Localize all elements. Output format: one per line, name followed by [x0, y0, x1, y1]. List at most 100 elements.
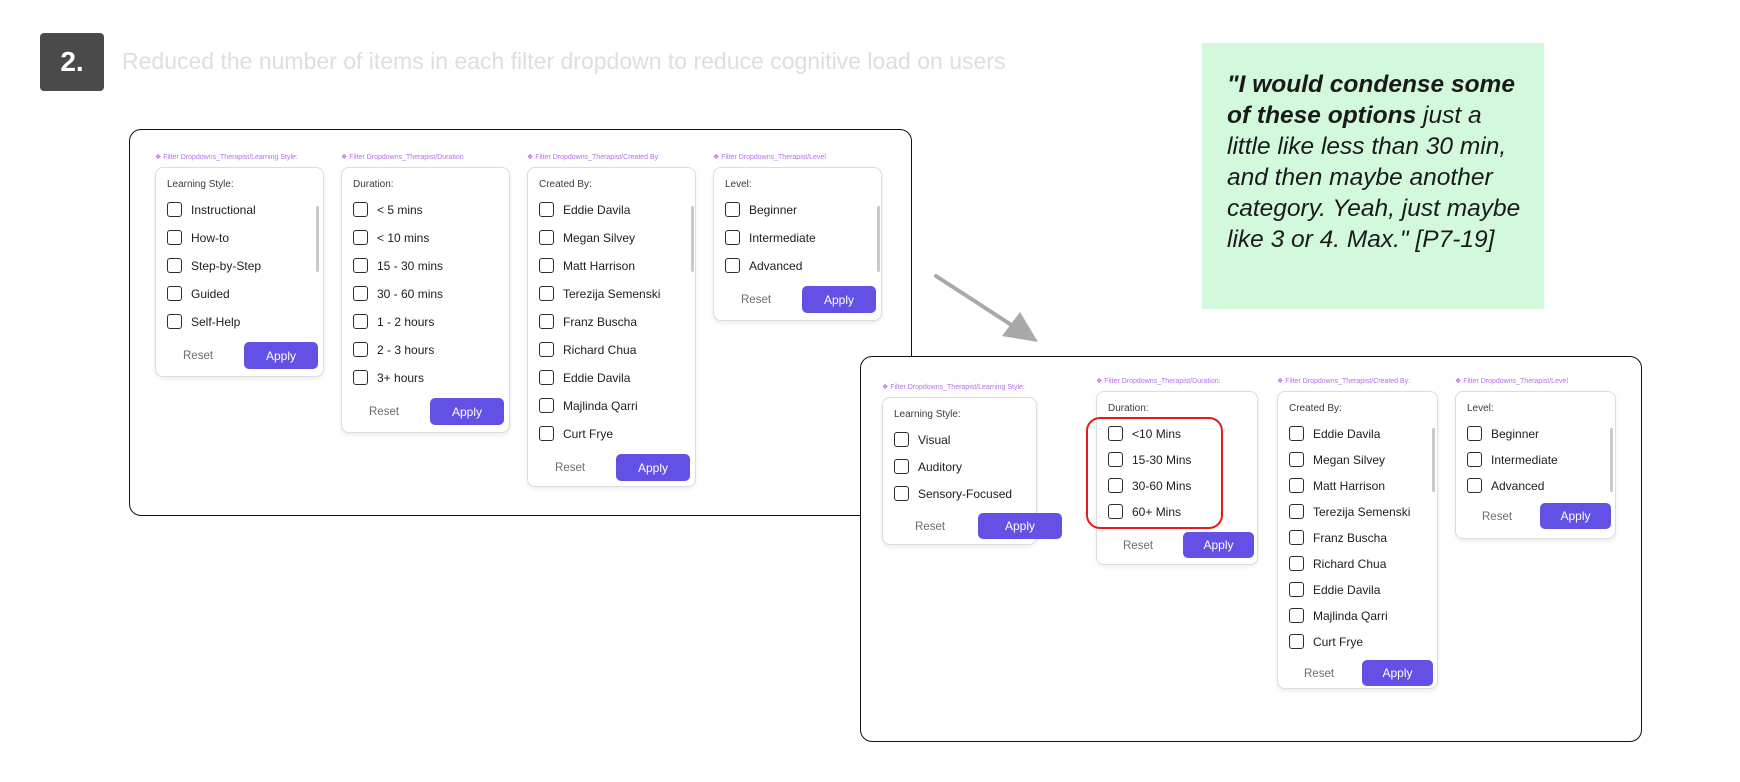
reset-button[interactable]: Reset	[555, 462, 585, 474]
checkbox[interactable]	[353, 286, 368, 301]
checkbox[interactable]	[1289, 426, 1304, 441]
option-row[interactable]: Auditory	[894, 459, 962, 474]
option-row[interactable]: Curt Frye	[539, 426, 613, 441]
apply-button[interactable]: Apply	[616, 454, 690, 481]
option-row[interactable]: Guided	[167, 286, 230, 301]
scrollbar[interactable]	[877, 206, 880, 272]
option-row[interactable]: Advanced	[725, 258, 802, 273]
option-row[interactable]: Richard Chua	[539, 342, 636, 357]
checkbox[interactable]	[1289, 582, 1304, 597]
reset-button[interactable]: Reset	[183, 350, 213, 362]
checkbox[interactable]	[353, 370, 368, 385]
option-row[interactable]: Majlinda Qarri	[1289, 608, 1388, 623]
checkbox[interactable]	[353, 230, 368, 245]
checkbox[interactable]	[1289, 504, 1304, 519]
apply-button[interactable]: Apply	[978, 513, 1062, 539]
checkbox[interactable]	[894, 459, 909, 474]
checkbox[interactable]	[725, 202, 740, 217]
reset-button[interactable]: Reset	[915, 521, 945, 533]
option-row[interactable]: Terezija Semenski	[539, 286, 660, 301]
checkbox[interactable]	[1289, 556, 1304, 571]
reset-button[interactable]: Reset	[369, 406, 399, 418]
checkbox[interactable]	[539, 342, 554, 357]
checkbox[interactable]	[894, 432, 909, 447]
checkbox[interactable]	[1467, 478, 1482, 493]
checkbox[interactable]	[539, 230, 554, 245]
checkbox[interactable]	[167, 258, 182, 273]
checkbox[interactable]	[1289, 634, 1304, 649]
apply-button[interactable]: Apply	[1540, 503, 1611, 529]
option-row[interactable]: 1 - 2 hours	[353, 314, 434, 329]
checkbox[interactable]	[725, 258, 740, 273]
option-row[interactable]: Majlinda Qarri	[539, 398, 638, 413]
option-row[interactable]: How-to	[167, 230, 229, 245]
option-row[interactable]: Matt Harrison	[1289, 478, 1385, 493]
option-row[interactable]: 30 - 60 mins	[353, 286, 443, 301]
option-row[interactable]: Beginner	[1467, 426, 1539, 441]
scrollbar[interactable]	[316, 206, 319, 272]
option-row[interactable]: Step-by-Step	[167, 258, 261, 273]
option-row[interactable]: Visual	[894, 432, 950, 447]
checkbox[interactable]	[539, 258, 554, 273]
option-row[interactable]: Eddie Davila	[539, 202, 630, 217]
checkbox[interactable]	[1289, 452, 1304, 467]
scrollbar[interactable]	[1610, 428, 1613, 492]
apply-button[interactable]: Apply	[430, 398, 504, 425]
reset-button[interactable]: Reset	[741, 294, 771, 306]
option-row[interactable]: Advanced	[1467, 478, 1544, 493]
checkbox[interactable]	[1467, 426, 1482, 441]
apply-button[interactable]: Apply	[244, 342, 318, 369]
option-row[interactable]: < 5 mins	[353, 202, 423, 217]
reset-button[interactable]: Reset	[1304, 668, 1334, 680]
checkbox[interactable]	[167, 286, 182, 301]
checkbox[interactable]	[539, 286, 554, 301]
option-row[interactable]: 3+ hours	[353, 370, 424, 385]
checkbox[interactable]	[167, 314, 182, 329]
option-row[interactable]: Matt Harrison	[539, 258, 635, 273]
option-row[interactable]: Eddie Davila	[539, 370, 630, 385]
option-row[interactable]: Megan Silvey	[539, 230, 635, 245]
option-row[interactable]: Intermediate	[1467, 452, 1558, 467]
option-row[interactable]: Megan Silvey	[1289, 452, 1385, 467]
checkbox[interactable]	[1467, 452, 1482, 467]
apply-button[interactable]: Apply	[1362, 660, 1433, 686]
option-row[interactable]: Sensory-Focused	[894, 486, 1012, 501]
checkbox[interactable]	[1289, 608, 1304, 623]
checkbox[interactable]	[353, 314, 368, 329]
checkbox[interactable]	[353, 342, 368, 357]
checkbox[interactable]	[894, 486, 909, 501]
option-row[interactable]: Instructional	[167, 202, 256, 217]
reset-button[interactable]: Reset	[1123, 540, 1153, 552]
checkbox[interactable]	[539, 426, 554, 441]
option-row[interactable]: < 10 mins	[353, 230, 429, 245]
option-row[interactable]: Self-Help	[167, 314, 240, 329]
option-row[interactable]: Richard Chua	[1289, 556, 1386, 571]
checkbox[interactable]	[539, 370, 554, 385]
checkbox[interactable]	[353, 258, 368, 273]
option-row[interactable]: Eddie Davila	[1289, 582, 1380, 597]
option-label: Instructional	[191, 202, 256, 217]
apply-button[interactable]: Apply	[1183, 532, 1254, 558]
checkbox[interactable]	[1289, 530, 1304, 545]
checkbox[interactable]	[1289, 478, 1304, 493]
option-row[interactable]: Terezija Semenski	[1289, 504, 1410, 519]
option-row[interactable]: Franz Buscha	[539, 314, 637, 329]
apply-button[interactable]: Apply	[802, 286, 876, 313]
reset-button[interactable]: Reset	[1482, 511, 1512, 523]
scrollbar[interactable]	[691, 206, 694, 272]
option-row[interactable]: Franz Buscha	[1289, 530, 1387, 545]
checkbox[interactable]	[167, 202, 182, 217]
option-row[interactable]: Beginner	[725, 202, 797, 217]
option-row[interactable]: Curt Frye	[1289, 634, 1363, 649]
checkbox[interactable]	[539, 314, 554, 329]
option-row[interactable]: 2 - 3 hours	[353, 342, 434, 357]
checkbox[interactable]	[167, 230, 182, 245]
checkbox[interactable]	[539, 202, 554, 217]
checkbox[interactable]	[539, 398, 554, 413]
option-row[interactable]: Eddie Davila	[1289, 426, 1380, 441]
checkbox[interactable]	[353, 202, 368, 217]
option-row[interactable]: 15 - 30 mins	[353, 258, 443, 273]
option-row[interactable]: Intermediate	[725, 230, 816, 245]
scrollbar[interactable]	[1432, 428, 1435, 492]
checkbox[interactable]	[725, 230, 740, 245]
